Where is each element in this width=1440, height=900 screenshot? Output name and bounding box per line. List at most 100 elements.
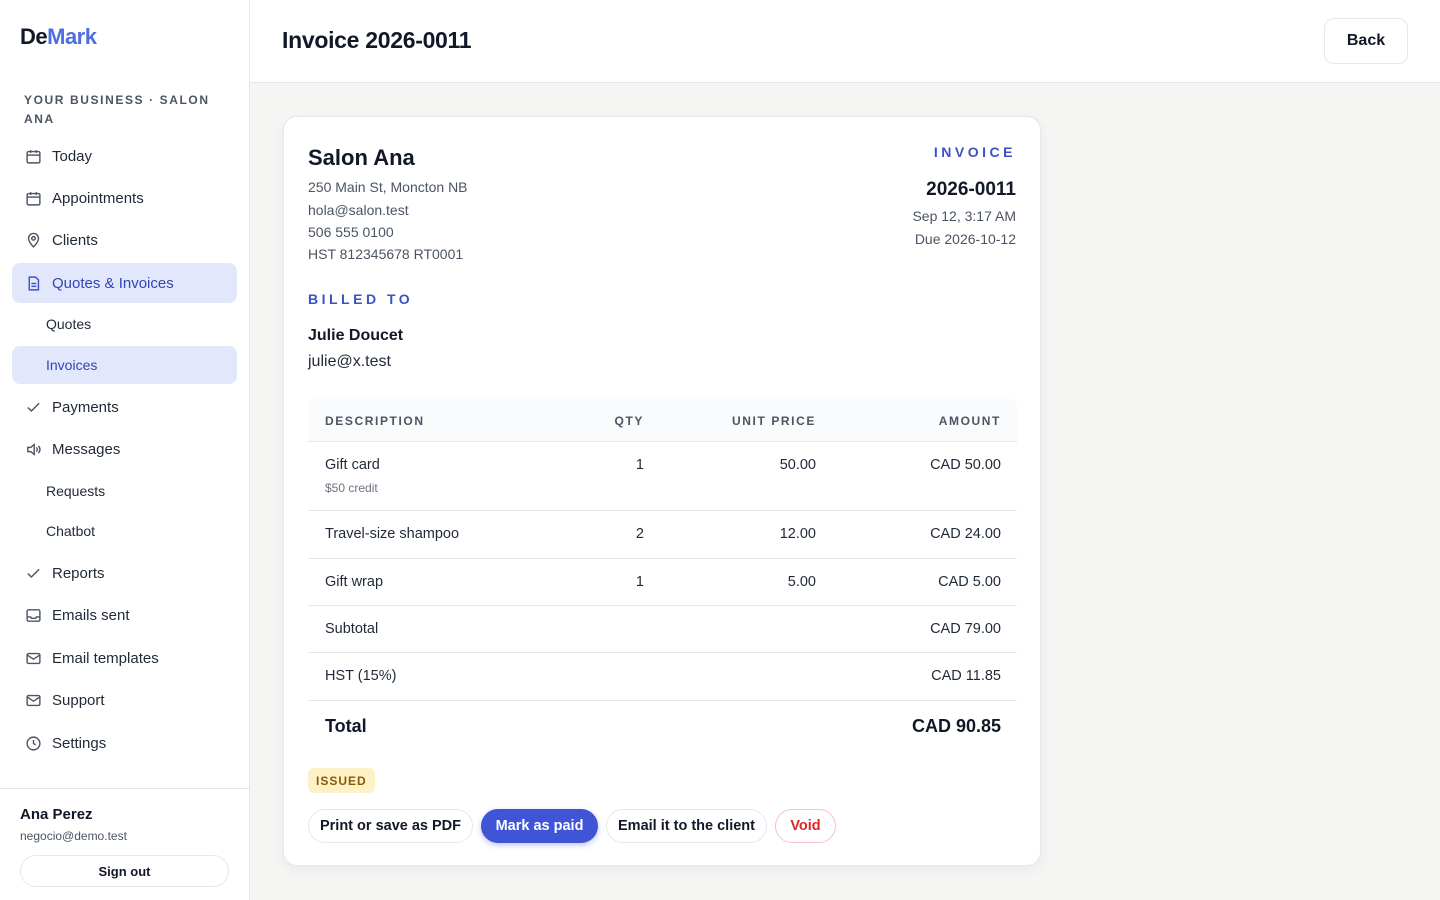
column-header-qty: QTY	[614, 414, 644, 428]
sidebar-item-label: Payments	[52, 398, 119, 416]
sidebar-item-settings[interactable]: Settings	[12, 723, 237, 763]
total-label: Total	[325, 716, 367, 736]
mark-paid-button[interactable]: Mark as paid	[481, 809, 598, 843]
invoice-number: 2026-0011	[926, 179, 1016, 200]
line-amount: CAD 5.00	[938, 574, 1001, 590]
invoice-label: INVOICE	[933, 144, 1016, 160]
line-amount: CAD 24.00	[930, 526, 1001, 542]
print-pdf-button[interactable]: Print or save as PDF	[308, 809, 473, 843]
table-row: Gift wrap 1 5.00 CAD 5.00	[308, 559, 1017, 606]
line-unit-price: 5.00	[787, 574, 816, 590]
sidebar-item-support[interactable]: Support	[12, 680, 237, 720]
sidebar-subitem-label: Chatbot	[46, 523, 96, 539]
line-note: $50 credit	[325, 481, 378, 495]
sidebar-item-appointments[interactable]: Appointments	[12, 178, 237, 218]
business-name: Salon Ana	[308, 145, 415, 170]
page-title: Invoice 2026-0011	[282, 27, 472, 53]
sidebar-item-label: Messages	[52, 440, 121, 458]
line-unit-price: 50.00	[779, 457, 816, 473]
check-icon	[24, 398, 42, 416]
sidebar-item-label: Appointments	[52, 189, 144, 207]
inbox-icon	[24, 606, 42, 624]
invoice-due-date: Due 2026-10-12	[914, 231, 1016, 247]
tax-row: HST (15%) CAD 11.85	[308, 653, 1017, 701]
business-tax-id: HST 812345678 RT0001	[308, 246, 464, 262]
sidebar-item-label: Clients	[52, 231, 98, 249]
sidebar-subitem-quotes[interactable]: Quotes	[12, 305, 237, 343]
mail-icon	[24, 691, 42, 709]
status-badge: ISSUED	[308, 768, 375, 793]
sidebar-item-label: Today	[52, 147, 93, 165]
user-email: negocio@demo.test	[20, 829, 127, 843]
brand-logo-part1: De	[20, 24, 48, 49]
top-bar: Invoice 2026-0011 Back	[250, 0, 1440, 83]
line-description: Gift card	[325, 457, 380, 473]
subtotal-row: Subtotal CAD 79.00	[308, 606, 1017, 653]
sign-out-button[interactable]: Sign out	[20, 855, 229, 887]
sidebar-item-today[interactable]: Today	[12, 136, 237, 176]
business-label: YOUR BUSINESS · SALON ANA	[24, 93, 210, 126]
back-button[interactable]: Back	[1324, 18, 1408, 64]
brand-logo-part2: Mark	[47, 24, 97, 49]
sidebar-item-label: Support	[52, 691, 105, 709]
tax-value: CAD 11.85	[931, 668, 1001, 684]
table-header: DESCRIPTION QTY UNIT PRICE AMOUNT	[308, 399, 1017, 442]
sidebar-subitem-invoices[interactable]: Invoices	[12, 346, 237, 384]
subtotal-value: CAD 79.00	[930, 621, 1001, 637]
sidebar-subitem-label: Quotes	[46, 316, 92, 332]
void-button[interactable]: Void	[775, 809, 836, 843]
billed-to-label: BILLED TO	[308, 291, 414, 307]
document-icon	[24, 274, 42, 292]
column-header-unit-price: UNIT PRICE	[731, 414, 816, 428]
line-qty: 2	[635, 526, 644, 542]
brand-logo[interactable]: DeMark	[20, 24, 97, 50]
sidebar-footer: Ana Perez negocio@demo.test Sign out	[0, 788, 249, 900]
column-header-description: DESCRIPTION	[325, 414, 425, 428]
line-unit-price: 12.00	[779, 526, 816, 542]
sidebar-item-email-templates[interactable]: Email templates	[12, 638, 237, 678]
email-client-button[interactable]: Email it to the client	[606, 809, 767, 843]
sidebar: DeMark YOUR BUSINESS · SALON ANA Today A…	[0, 0, 250, 900]
line-qty: 1	[635, 574, 644, 590]
sidebar-item-clients[interactable]: Clients	[12, 220, 237, 260]
sidebar-item-quotes-invoices[interactable]: Quotes & Invoices	[12, 263, 237, 303]
speaker-icon	[24, 440, 42, 458]
sidebar-item-reports[interactable]: Reports	[12, 553, 237, 593]
mail-icon	[24, 649, 42, 667]
sidebar-item-label: Quotes & Invoices	[52, 274, 174, 292]
subtotal-label: Subtotal	[325, 621, 379, 637]
sidebar-subitem-requests[interactable]: Requests	[12, 472, 237, 510]
check-icon	[24, 564, 42, 582]
sidebar-item-label: Settings	[52, 734, 107, 752]
business-phone: 506 555 0100	[308, 224, 394, 240]
line-amount: CAD 50.00	[930, 457, 1001, 473]
sidebar-subitem-label: Requests	[46, 483, 106, 499]
client-name: Julie Doucet	[308, 327, 404, 344]
sidebar-item-payments[interactable]: Payments	[12, 387, 237, 427]
sidebar-item-label: Emails sent	[52, 606, 130, 624]
total-value: CAD 90.85	[911, 716, 1001, 736]
business-email: hola@salon.test	[308, 202, 409, 218]
business-address: 250 Main St, Moncton NB	[308, 179, 468, 195]
sidebar-item-label: Email templates	[52, 649, 159, 667]
sidebar-item-emails-sent[interactable]: Emails sent	[12, 595, 237, 635]
sidebar-item-label: Reports	[52, 564, 105, 582]
line-description: Travel-size shampoo	[325, 526, 460, 542]
line-qty: 1	[635, 457, 644, 473]
table-row: Gift card $50 credit 1 50.00 CAD 50.00	[308, 442, 1017, 511]
sidebar-subitem-chatbot[interactable]: Chatbot	[12, 512, 237, 550]
tax-label: HST (15%)	[325, 668, 397, 684]
column-header-amount: AMOUNT	[938, 414, 1001, 428]
invoice-card: Salon Ana 250 Main St, Moncton NB hola@s…	[283, 116, 1041, 866]
line-description: Gift wrap	[325, 574, 384, 590]
sidebar-item-messages[interactable]: Messages	[12, 429, 237, 469]
calendar-icon	[24, 189, 42, 207]
user-name: Ana Perez	[20, 806, 93, 823]
calendar-icon	[24, 147, 42, 165]
invoice-date: Sep 12, 3:17 AM	[912, 208, 1016, 224]
map-pin-icon	[24, 231, 42, 249]
client-email: julie@x.test	[308, 353, 391, 370]
table-row: Travel-size shampoo 2 12.00 CAD 24.00	[308, 511, 1017, 559]
sidebar-subitem-label: Invoices	[46, 357, 98, 373]
total-row: Total CAD 90.85	[308, 701, 1017, 753]
